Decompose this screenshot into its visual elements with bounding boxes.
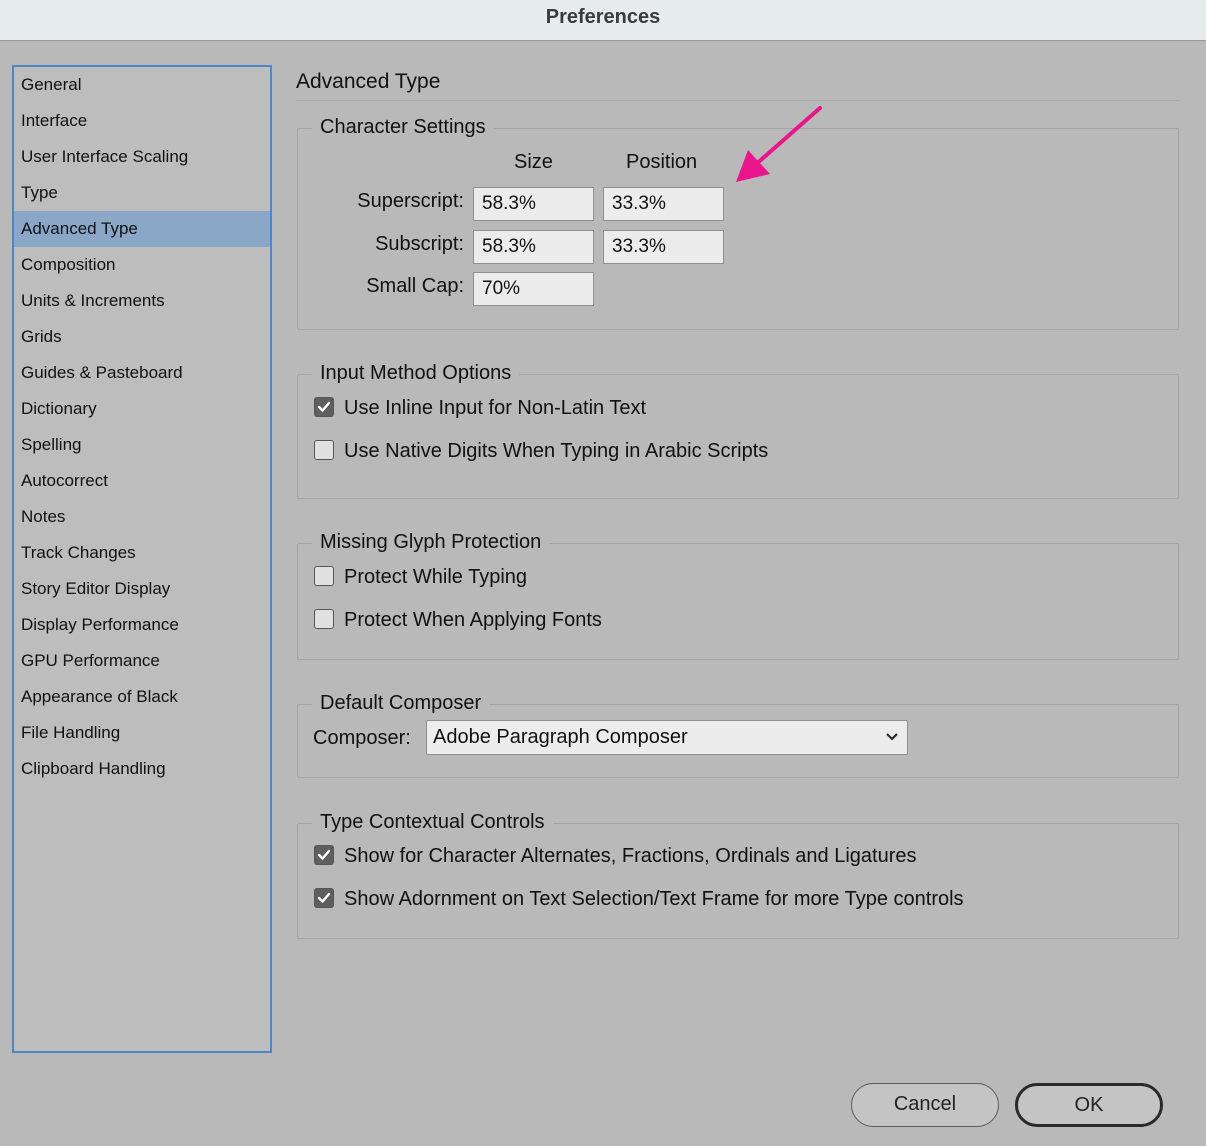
show-alternates-label: Show for Character Alternates, Fractions… [344,845,917,867]
input-method-group: Input Method Options Use Inline Input fo… [297,359,1179,499]
chevron-down-icon [886,733,898,741]
page-title: Advanced Type [296,70,441,93]
ok-button[interactable]: OK [1015,1083,1163,1127]
protect-while-typing-checkbox[interactable] [314,566,334,586]
missing-glyph-group: Missing Glyph Protection Protect While T… [297,528,1179,660]
title-divider [296,100,1180,101]
input-method-legend: Input Method Options [312,359,520,387]
annotation-arrow-icon [736,106,822,182]
default-composer-legend: Default Composer [312,689,490,717]
protect-applying-fonts-checkbox[interactable] [314,609,334,629]
sidebar-item-interface[interactable]: Interface [14,103,270,139]
small-cap-label: Small Cap: [366,275,464,297]
protect-while-typing-label: Protect While Typing [344,566,528,588]
sidebar-item-spelling[interactable]: Spelling [14,427,270,463]
sidebar-item-dictionary[interactable]: Dictionary [14,391,270,427]
sidebar-item-advanced-type[interactable]: Advanced Type [14,211,270,247]
composer-select-value: Adobe Paragraph Composer [433,726,688,748]
native-digits-label: Use Native Digits When Typing in Arabic … [344,440,769,462]
subscript-label: Subscript: [375,233,464,255]
native-digits-checkbox[interactable] [314,440,334,460]
show-adornment-label: Show Adornment on Text Selection/Text Fr… [344,888,964,910]
subscript-position-input[interactable]: 33.3% [603,230,724,264]
checkmark-icon [317,892,331,903]
window-title: Preferences [0,0,1206,41]
show-adornment-checkbox[interactable] [314,888,334,908]
inline-input-checkbox[interactable] [314,397,334,417]
sidebar-item-track-changes[interactable]: Track Changes [14,535,270,571]
show-alternates-checkbox[interactable] [314,845,334,865]
checkmark-icon [317,849,331,860]
size-column-header: Size [514,151,553,173]
sidebar-item-units-increments[interactable]: Units & Increments [14,283,270,319]
superscript-position-input[interactable]: 33.3% [603,187,724,221]
cancel-button[interactable]: Cancel [851,1083,999,1127]
sidebar-item-appearance-of-black[interactable]: Appearance of Black [14,679,270,715]
composer-label: Composer: [313,727,411,749]
missing-glyph-legend: Missing Glyph Protection [312,528,550,556]
sidebar-item-clipboard-handling[interactable]: Clipboard Handling [14,751,270,787]
sidebar-item-file-handling[interactable]: File Handling [14,715,270,751]
sidebar-item-grids[interactable]: Grids [14,319,270,355]
sidebar-item-general[interactable]: General [14,67,270,103]
sidebar-item-notes[interactable]: Notes [14,499,270,535]
checkmark-icon [317,401,331,412]
inline-input-label: Use Inline Input for Non-Latin Text [344,397,647,419]
composer-select[interactable]: Adobe Paragraph Composer [426,720,908,755]
type-contextual-group: Type Contextual Controls Show for Charac… [297,808,1179,939]
sidebar-item-composition[interactable]: Composition [14,247,270,283]
sidebar-item-autocorrect[interactable]: Autocorrect [14,463,270,499]
sidebar-item-display-performance[interactable]: Display Performance [14,607,270,643]
sidebar-item-story-editor-display[interactable]: Story Editor Display [14,571,270,607]
type-contextual-legend: Type Contextual Controls [312,808,553,836]
superscript-label: Superscript: [357,190,464,212]
sidebar-item-gpu-performance[interactable]: GPU Performance [14,643,270,679]
preferences-sidebar: General Interface User Interface Scaling… [12,65,272,1053]
sidebar-item-guides-pasteboard[interactable]: Guides & Pasteboard [14,355,270,391]
sidebar-item-type[interactable]: Type [14,175,270,211]
small-cap-size-input[interactable]: 70% [473,272,594,306]
sidebar-item-user-interface-scaling[interactable]: User Interface Scaling [14,139,270,175]
character-settings-legend: Character Settings [312,113,494,141]
subscript-size-input[interactable]: 58.3% [473,230,594,264]
protect-applying-fonts-label: Protect When Applying Fonts [344,609,602,631]
superscript-size-input[interactable]: 58.3% [473,187,594,221]
position-column-header: Position [626,151,698,173]
